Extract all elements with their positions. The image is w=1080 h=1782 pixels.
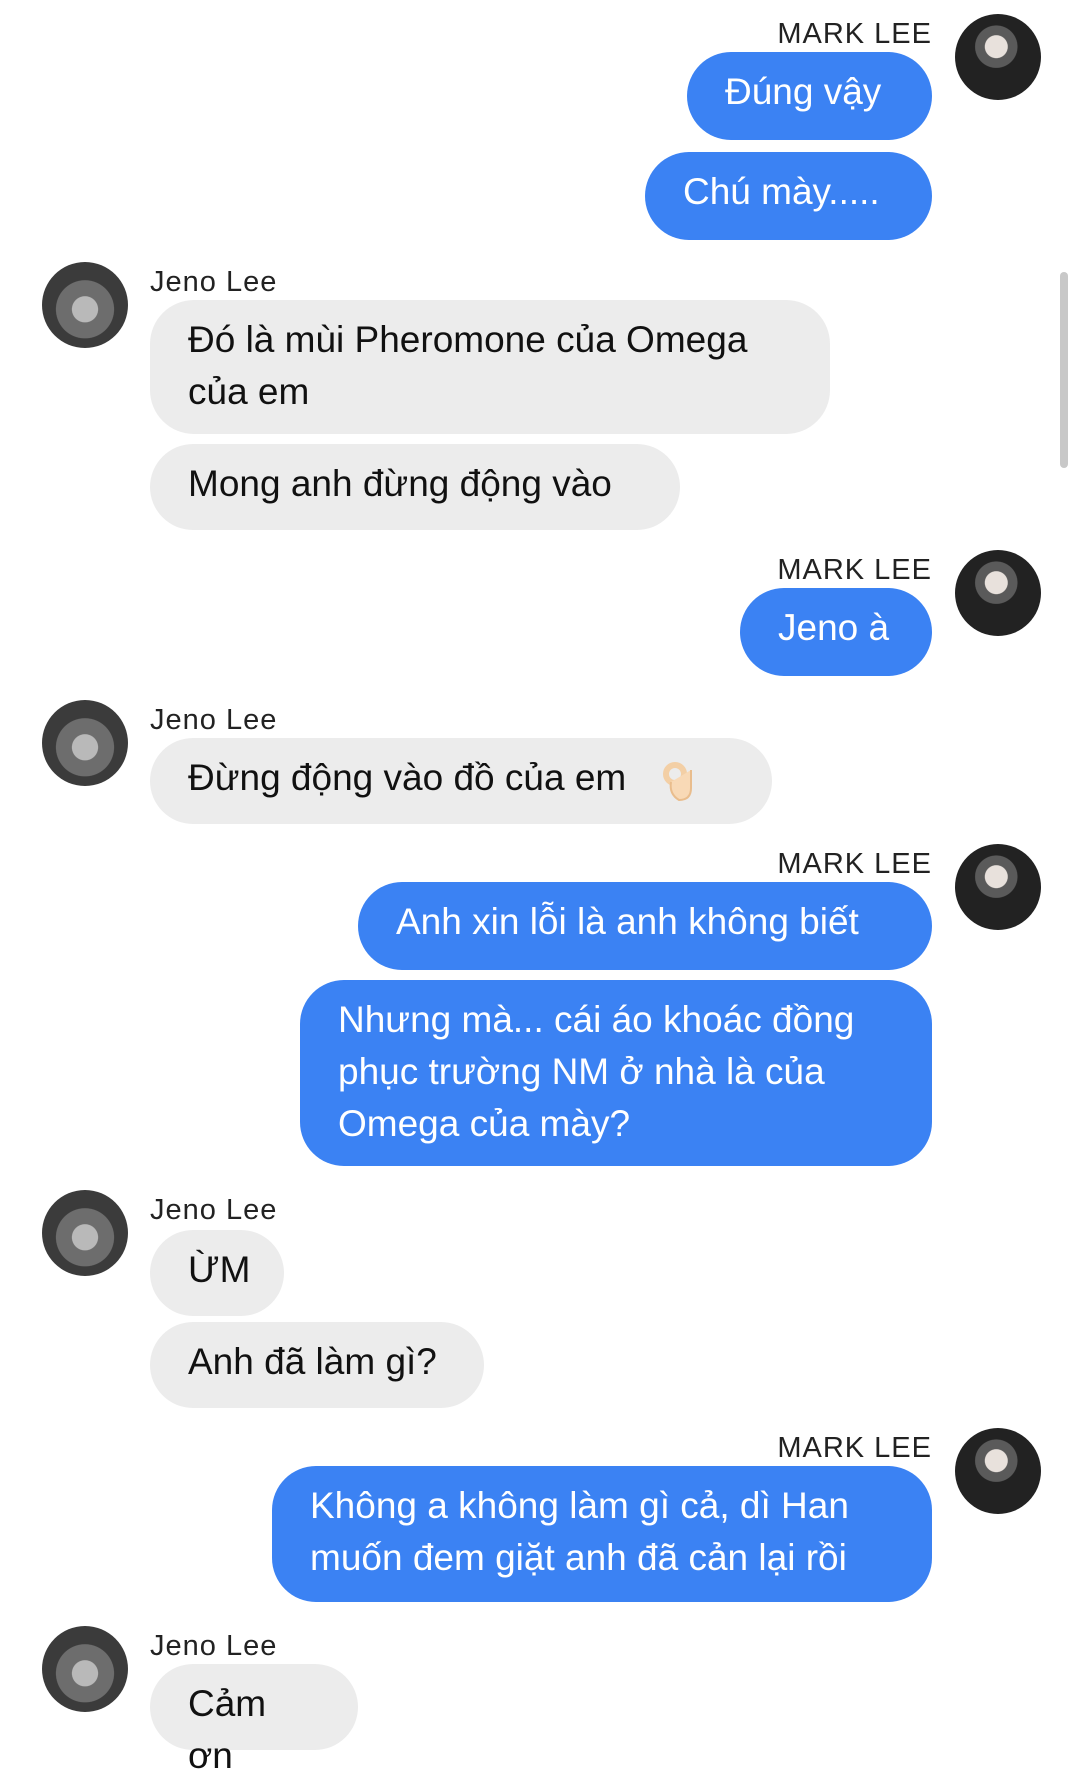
message-bubble-incoming[interactable]: Đó là mùi Pheromone của Omega của em — [150, 300, 830, 434]
message-text: Anh xin lỗi là anh không biết — [396, 901, 859, 942]
avatar-jeno-lee[interactable] — [42, 262, 128, 348]
message-bubble-incoming[interactable]: Mong anh đừng động vào — [150, 444, 680, 530]
ok-hand-emoji-icon — [661, 760, 695, 802]
avatar-jeno-lee[interactable] — [42, 700, 128, 786]
avatar-mark-lee[interactable] — [955, 844, 1041, 930]
message-bubble-outgoing[interactable]: Chú mày..... — [645, 152, 932, 240]
message-bubble-outgoing[interactable]: Jeno à — [740, 588, 932, 676]
message-bubble-outgoing[interactable]: Không a không làm gì cả, dì Han muốn đem… — [272, 1466, 932, 1602]
message-text: Không a không làm gì cả, dì Han muốn đem… — [310, 1485, 849, 1578]
message-bubble-incoming[interactable]: ỪM — [150, 1230, 284, 1316]
sender-name-jeno: Jeno Lee — [150, 266, 278, 298]
message-text: Đúng vậy — [725, 71, 882, 112]
message-text: Đó là mùi Pheromone của Omega của em — [188, 319, 748, 412]
avatar-jeno-lee[interactable] — [42, 1626, 128, 1712]
sender-name-jeno: Jeno Lee — [150, 1630, 278, 1662]
message-bubble-incoming[interactable]: Cảm ơn — [150, 1664, 358, 1776]
sender-name-jeno: Jeno Lee — [150, 1194, 278, 1226]
message-text: Đừng động vào đồ của em — [188, 757, 627, 798]
message-text: Nhưng mà... cái áo khoác đồng phục trườn… — [338, 999, 855, 1144]
sender-name-mark: MARK LEE — [777, 848, 932, 880]
message-text: Mong anh đừng động vào — [188, 463, 612, 504]
sender-name-mark: MARK LEE — [777, 18, 932, 50]
message-bubble-incoming[interactable]: Đừng động vào đồ của em — [150, 738, 772, 824]
sender-name-jeno: Jeno Lee — [150, 704, 278, 736]
scrollbar[interactable] — [1060, 272, 1068, 468]
avatar-jeno-lee[interactable] — [42, 1190, 128, 1276]
message-bubble-outgoing[interactable]: Nhưng mà... cái áo khoác đồng phục trườn… — [300, 980, 932, 1166]
avatar-mark-lee[interactable] — [955, 1428, 1041, 1514]
message-text: Cảm ơn — [188, 1683, 267, 1776]
avatar-mark-lee[interactable] — [955, 14, 1041, 100]
message-bubble-outgoing[interactable]: Đúng vậy — [687, 52, 932, 140]
avatar-mark-lee[interactable] — [955, 550, 1041, 636]
message-bubble-incoming[interactable]: Anh đã làm gì? — [150, 1322, 484, 1408]
message-text: Jeno à — [778, 607, 890, 648]
sender-name-mark: MARK LEE — [777, 1432, 932, 1464]
message-text: Chú mày..... — [683, 171, 880, 212]
message-bubble-outgoing[interactable]: Anh xin lỗi là anh không biết — [358, 882, 932, 970]
message-text: ỪM — [188, 1249, 251, 1290]
message-text: Anh đã làm gì? — [188, 1341, 437, 1382]
sender-name-mark: MARK LEE — [777, 554, 932, 586]
